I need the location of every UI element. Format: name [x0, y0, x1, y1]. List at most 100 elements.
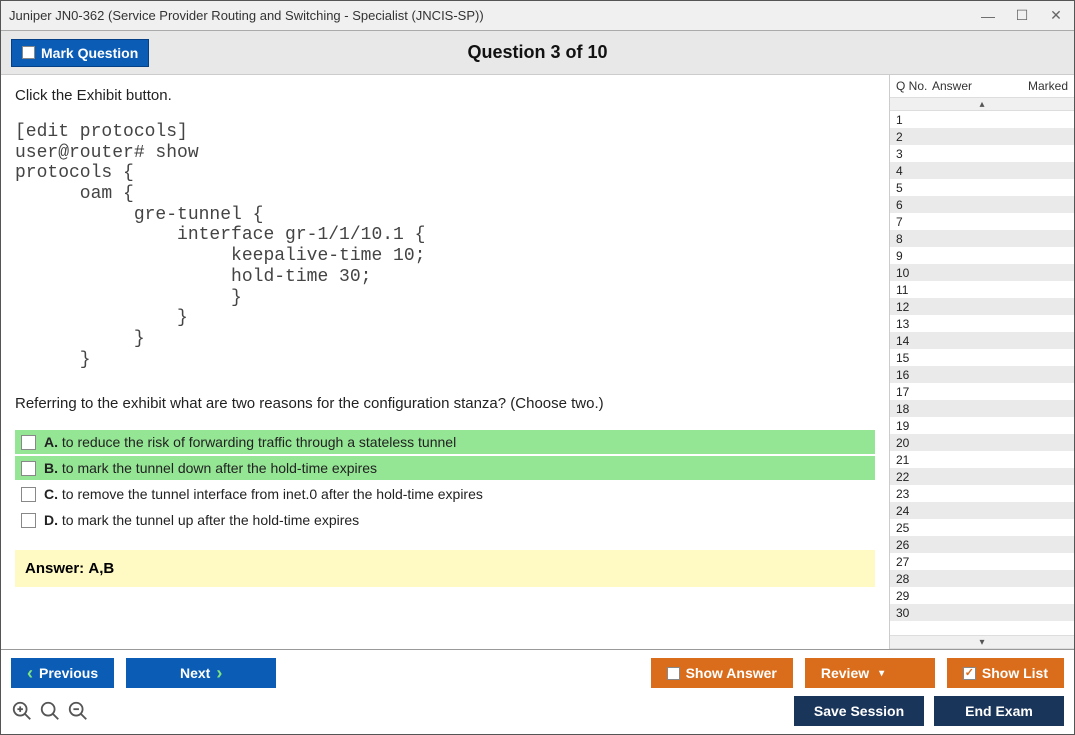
option-B[interactable]: B. to mark the tunnel down after the hol…: [15, 456, 875, 480]
option-text: A. to reduce the risk of forwarding traf…: [44, 434, 456, 450]
question-content[interactable]: Click the Exhibit button. [edit protocol…: [1, 75, 889, 649]
nav-qno: 13: [896, 317, 932, 331]
nav-qno: 7: [896, 215, 932, 229]
nav-qno: 8: [896, 232, 932, 246]
nav-qno: 26: [896, 538, 932, 552]
title-bar: Juniper JN0-362 (Service Provider Routin…: [1, 1, 1074, 31]
nav-row[interactable]: 19: [890, 417, 1074, 434]
option-text: D. to mark the tunnel up after the hold-…: [44, 512, 359, 528]
nav-row[interactable]: 17: [890, 383, 1074, 400]
nav-row[interactable]: 27: [890, 553, 1074, 570]
nav-row[interactable]: 8: [890, 230, 1074, 247]
nav-row[interactable]: 24: [890, 502, 1074, 519]
nav-row[interactable]: 4: [890, 162, 1074, 179]
option-checkbox-icon[interactable]: [21, 487, 36, 502]
nav-qno: 19: [896, 419, 932, 433]
nav-row[interactable]: 3: [890, 145, 1074, 162]
nav-row[interactable]: 13: [890, 315, 1074, 332]
nav-qno: 28: [896, 572, 932, 586]
option-checkbox-icon[interactable]: [21, 513, 36, 528]
end-exam-label: End Exam: [965, 703, 1033, 719]
nav-qno: 21: [896, 453, 932, 467]
nav-row[interactable]: 29: [890, 587, 1074, 604]
option-C[interactable]: C. to remove the tunnel interface from i…: [15, 482, 875, 506]
answer-box: Answer: A,B: [15, 550, 875, 587]
zoom-reset-icon[interactable]: [11, 700, 33, 722]
nav-qno: 27: [896, 555, 932, 569]
nav-row[interactable]: 22: [890, 468, 1074, 485]
nav-scroll-down-icon[interactable]: ▾: [890, 635, 1074, 649]
nav-row[interactable]: 25: [890, 519, 1074, 536]
nav-row[interactable]: 7: [890, 213, 1074, 230]
nav-qno: 3: [896, 147, 932, 161]
save-session-label: Save Session: [814, 703, 904, 719]
show-answer-checkbox-icon: [667, 667, 680, 680]
nav-row[interactable]: 11: [890, 281, 1074, 298]
nav-row[interactable]: 28: [890, 570, 1074, 587]
nav-qno: 29: [896, 589, 932, 603]
footer: Previous Next Show Answer Review ▾ ✓ Sho…: [1, 649, 1074, 734]
show-answer-label: Show Answer: [686, 665, 777, 681]
save-session-button[interactable]: Save Session: [794, 696, 924, 726]
nav-scroll-up-icon[interactable]: ▴: [890, 97, 1074, 111]
option-D[interactable]: D. to mark the tunnel up after the hold-…: [15, 508, 875, 532]
nav-row[interactable]: 26: [890, 536, 1074, 553]
next-button[interactable]: Next: [126, 658, 276, 688]
nav-row[interactable]: 12: [890, 298, 1074, 315]
navigator-body[interactable]: 1234567891011121314151617181920212223242…: [890, 111, 1074, 635]
answer-label: Answer:: [25, 560, 84, 577]
nav-row[interactable]: 20: [890, 434, 1074, 451]
option-text: B. to mark the tunnel down after the hol…: [44, 460, 377, 476]
footer-row-2: Save Session End Exam: [11, 696, 1064, 726]
nav-row[interactable]: 9: [890, 247, 1074, 264]
nav-row[interactable]: 21: [890, 451, 1074, 468]
mark-button-label: Mark Question: [41, 45, 138, 61]
nav-qno: 24: [896, 504, 932, 518]
nav-qno: 4: [896, 164, 932, 178]
window-title: Juniper JN0-362 (Service Provider Routin…: [9, 8, 978, 23]
option-checkbox-icon[interactable]: [21, 435, 36, 450]
previous-button[interactable]: Previous: [11, 658, 114, 688]
nav-col-answer: Answer: [932, 79, 1020, 93]
nav-row[interactable]: 18: [890, 400, 1074, 417]
show-answer-button[interactable]: Show Answer: [651, 658, 793, 688]
previous-label: Previous: [39, 665, 98, 681]
option-A[interactable]: A. to reduce the risk of forwarding traf…: [15, 430, 875, 454]
mark-checkbox-icon: [22, 46, 35, 59]
nav-row[interactable]: 2: [890, 128, 1074, 145]
nav-row[interactable]: 23: [890, 485, 1074, 502]
options-list: A. to reduce the risk of forwarding traf…: [15, 430, 875, 532]
nav-qno: 2: [896, 130, 932, 144]
nav-col-marked: Marked: [1020, 79, 1068, 93]
nav-row[interactable]: 5: [890, 179, 1074, 196]
question-panel: Click the Exhibit button. [edit protocol…: [1, 75, 889, 649]
zoom-in-icon[interactable]: [39, 700, 61, 722]
zoom-out-icon[interactable]: [67, 700, 89, 722]
window-controls: — ☐ ✕: [978, 6, 1066, 26]
nav-qno: 30: [896, 606, 932, 620]
show-list-button[interactable]: ✓ Show List: [947, 658, 1064, 688]
nav-row[interactable]: 6: [890, 196, 1074, 213]
nav-row[interactable]: 10: [890, 264, 1074, 281]
nav-row[interactable]: 1: [890, 111, 1074, 128]
nav-row[interactable]: 15: [890, 349, 1074, 366]
show-list-checkbox-icon: ✓: [963, 667, 976, 680]
nav-qno: 15: [896, 351, 932, 365]
nav-qno: 1: [896, 113, 932, 127]
nav-qno: 18: [896, 402, 932, 416]
minimize-icon[interactable]: —: [978, 6, 998, 26]
nav-row[interactable]: 16: [890, 366, 1074, 383]
end-exam-button[interactable]: End Exam: [934, 696, 1064, 726]
maximize-icon[interactable]: ☐: [1012, 6, 1032, 26]
mark-question-button[interactable]: Mark Question: [11, 39, 149, 67]
nav-qno: 11: [896, 283, 932, 297]
main: Click the Exhibit button. [edit protocol…: [1, 75, 1074, 649]
nav-qno: 6: [896, 198, 932, 212]
nav-qno: 14: [896, 334, 932, 348]
nav-row[interactable]: 30: [890, 604, 1074, 621]
review-button[interactable]: Review ▾: [805, 658, 935, 688]
close-icon[interactable]: ✕: [1046, 6, 1066, 26]
option-checkbox-icon[interactable]: [21, 461, 36, 476]
question-prompt: Referring to the exhibit what are two re…: [15, 395, 875, 412]
nav-row[interactable]: 14: [890, 332, 1074, 349]
